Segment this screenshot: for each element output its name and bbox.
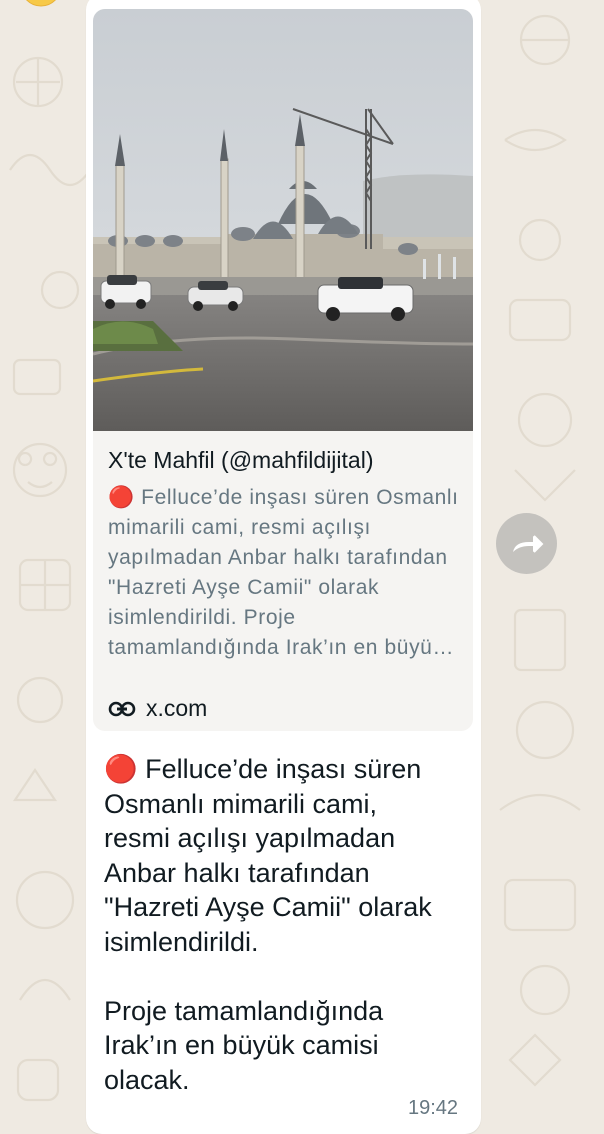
preview-domain: x.com [146,695,208,721]
forward-button[interactable] [496,513,557,574]
preview-image [93,9,473,431]
preview-description: 🔴 Felluce’de inşası süren Osmanlı mimari… [108,486,459,659]
preview-title: X'te Mahfil (@mahfildijital) [108,447,374,473]
message-text: 🔴 Felluce’de inşası süren Osmanlı mimari… [104,754,432,1095]
preview-link-row[interactable]: x.com [108,695,207,722]
forward-arrow-icon [512,534,543,553]
emoji-reaction-icon [18,0,64,10]
link-icon [108,701,136,716]
link-preview-card[interactable]: X'te Mahfil (@mahfildijital) 🔴 Felluce’d… [93,9,473,731]
message-time: 19:42 [408,1097,459,1119]
